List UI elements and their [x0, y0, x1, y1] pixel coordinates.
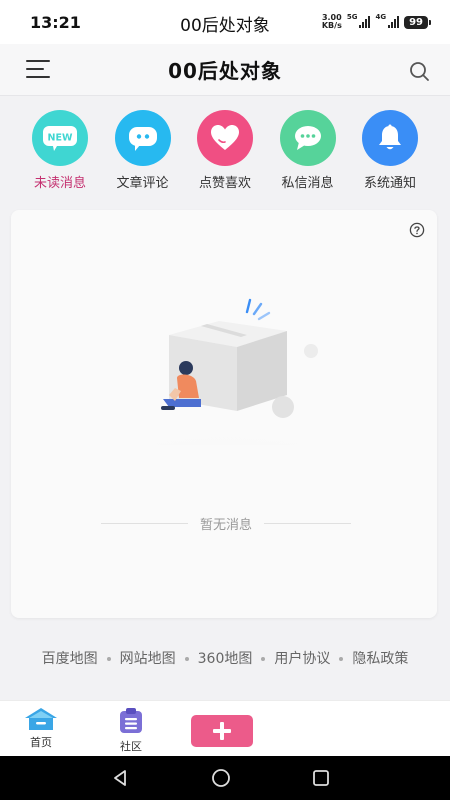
community-icon	[120, 708, 142, 733]
category-system-notice[interactable]: 系统通知	[350, 110, 430, 200]
category-label: 未读消息	[33, 176, 86, 191]
tab-label: 社区	[120, 740, 142, 753]
add-post-button[interactable]	[191, 715, 253, 747]
speed-unit: KB/s	[321, 21, 342, 30]
status-bar: 13:21 00后处对象 3.00 KB/s 5G 4G 99	[0, 0, 450, 44]
message-list-card: 暂无消息	[11, 210, 437, 618]
home-icon	[25, 708, 57, 730]
footer-link-baidu-map[interactable]: 百度地图	[42, 651, 98, 667]
empty-state: 暂无消息	[101, 514, 352, 533]
app-header: 00后处对象	[0, 44, 450, 96]
hamburger-menu-icon[interactable]	[26, 60, 50, 78]
system-navigation-bar	[0, 756, 450, 800]
net-5g-label: 5G	[346, 13, 358, 21]
tab-label: 首页	[30, 736, 52, 749]
new-badge-text: NEW	[48, 133, 73, 144]
category-comments[interactable]: 文章评论	[103, 110, 183, 200]
heart-icon	[197, 110, 253, 166]
network-speed: 3.00 KB/s	[322, 14, 342, 30]
tab-home[interactable]: 首页	[11, 707, 71, 750]
separator-dot	[106, 657, 111, 661]
divider-left	[101, 523, 188, 524]
category-label: 点赞喜欢	[198, 176, 251, 191]
help-icon[interactable]	[409, 222, 425, 238]
net-4g-label: 4G	[375, 13, 387, 21]
back-icon[interactable]	[110, 767, 132, 789]
divider-right	[264, 523, 352, 524]
separator-dot	[261, 657, 266, 661]
empty-state-illustration	[56, 298, 396, 445]
category-private-messages[interactable]: 私信消息	[268, 110, 348, 200]
tab-community[interactable]: 社区	[101, 707, 161, 754]
message-category-row: NEW 未读消息 文章评论 点赞喜欢 私信消息 系统通知	[0, 110, 450, 200]
chat-bubble-icon	[279, 110, 336, 166]
footer-link-user-agreement[interactable]: 用户协议	[274, 651, 330, 667]
separator-dot	[184, 657, 189, 661]
category-label: 系统通知	[363, 176, 416, 191]
status-icons: 3.00 KB/s 5G 4G 99	[322, 13, 431, 30]
footer-link-360-map[interactable]: 360地图	[198, 651, 253, 667]
page-title: 00后处对象	[168, 59, 282, 83]
category-unread[interactable]: NEW 未读消息	[20, 110, 100, 200]
plus-icon	[213, 722, 231, 740]
signal-5g-icon	[359, 16, 371, 28]
signal-4g-icon	[388, 16, 400, 28]
footer-link-privacy-policy[interactable]: 隐私政策	[352, 651, 408, 667]
footer-links: 百度地图 网站地图 360地图 用户协议 隐私政策	[0, 648, 450, 670]
category-label: 文章评论	[116, 176, 169, 191]
category-likes[interactable]: 点赞喜欢	[185, 110, 265, 200]
status-time: 13:21	[30, 12, 81, 32]
home-circle-icon[interactable]	[210, 767, 232, 789]
empty-state-text: 暂无消息	[200, 518, 253, 533]
separator-dot	[339, 657, 344, 661]
comment-bubble-icon	[114, 110, 171, 166]
search-icon[interactable]	[408, 60, 430, 82]
category-label: 私信消息	[281, 176, 334, 191]
bell-icon	[362, 110, 418, 166]
footer-link-site-map[interactable]: 网站地图	[120, 651, 176, 667]
battery-icon: 99	[404, 15, 431, 29]
new-badge-icon: NEW	[32, 110, 88, 166]
recents-icon[interactable]	[310, 767, 332, 789]
bottom-tab-bar: 首页 社区	[0, 700, 450, 756]
